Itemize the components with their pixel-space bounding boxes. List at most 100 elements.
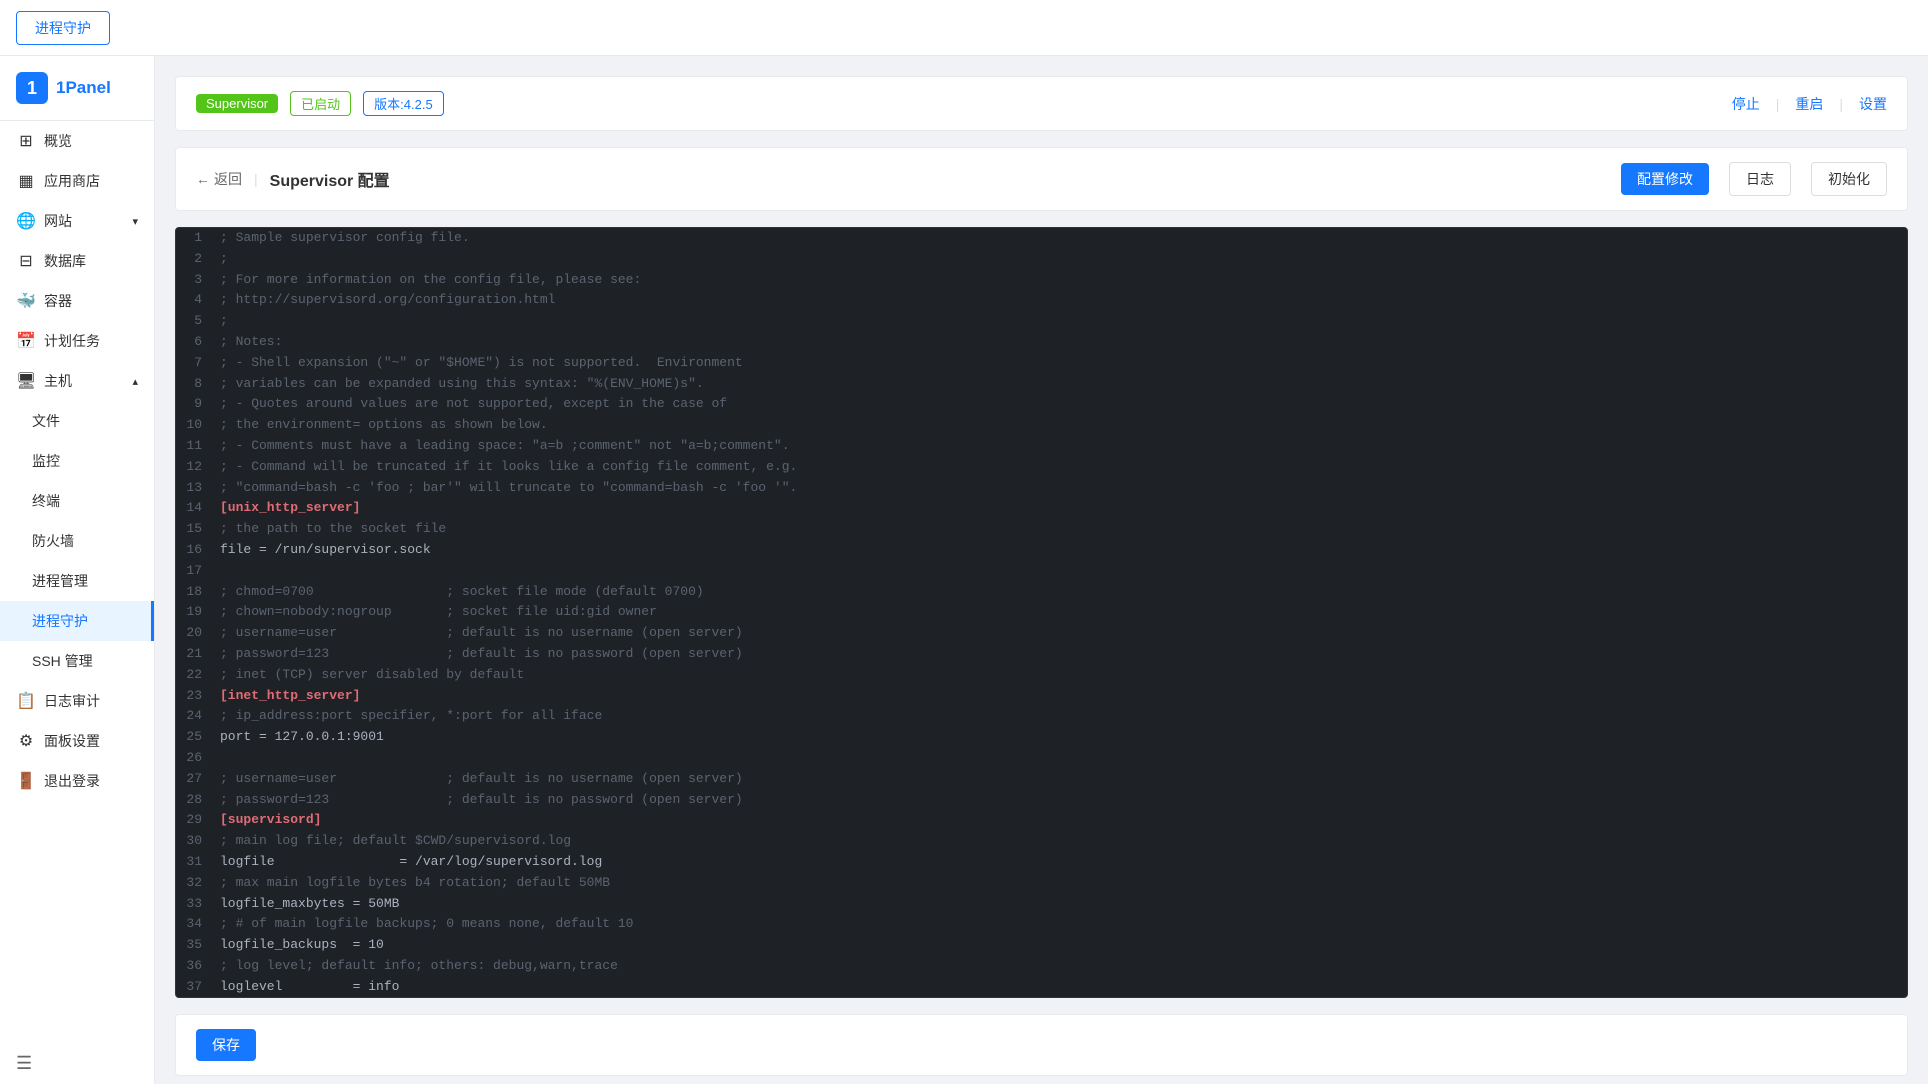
sidebar-item-label: 网站	[44, 211, 72, 231]
sidebar-item-ssh-mgr[interactable]: SSH 管理	[0, 641, 154, 681]
sidebar-item-label: SSH 管理	[32, 651, 93, 671]
code-line: 32; max main logfile bytes b4 rotation; …	[176, 873, 1907, 894]
website-icon: 🌐	[16, 211, 36, 231]
line-number: 8	[176, 374, 212, 395]
sidebar-item-host[interactable]: 🖥 主机 ▴	[0, 361, 154, 401]
config-modify-btn[interactable]: 配置修改	[1621, 163, 1709, 195]
sidebar-item-container[interactable]: 🐳 容器	[0, 281, 154, 321]
line-content: ; - Quotes around values are not support…	[212, 394, 1907, 415]
menu-toggle-btn[interactable]: ☰	[16, 1053, 32, 1073]
line-number: 17	[176, 561, 212, 582]
line-content: ; password=123 ; default is no password …	[212, 644, 1907, 665]
line-number: 6	[176, 332, 212, 353]
line-content: ; For more information on the config fil…	[212, 270, 1907, 291]
sidebar-item-website[interactable]: 🌐 网站 ▾	[0, 201, 154, 241]
sidebar-item-database[interactable]: ⊟ 数据库	[0, 241, 154, 281]
sidebar-item-process-mgr[interactable]: 进程管理	[0, 561, 154, 601]
line-content: ; "command=bash -c 'foo ; bar'" will tru…	[212, 478, 1907, 499]
line-number: 37	[176, 977, 212, 998]
sidebar-item-panel-settings[interactable]: ⚙ 面板设置	[0, 721, 154, 761]
save-button[interactable]: 保存	[196, 1029, 256, 1061]
line-content: [supervisord]	[212, 810, 1907, 831]
sidebar-item-label: 防火墙	[32, 531, 74, 551]
line-content: logfile = /var/log/supervisord.log	[212, 852, 1907, 873]
code-line: 33logfile_maxbytes = 50MB	[176, 894, 1907, 915]
sidebar-item-appstore[interactable]: ▦ 应用商店	[0, 161, 154, 201]
sidebar-item-log-audit[interactable]: 📋 日志审计	[0, 681, 154, 721]
app-name-badge: Supervisor	[196, 94, 278, 113]
line-number: 16	[176, 540, 212, 561]
line-content: file = /run/supervisor.sock	[212, 540, 1907, 561]
line-number: 9	[176, 394, 212, 415]
crontask-icon: 📅	[16, 331, 36, 351]
code-line: 12; - Command will be truncated if it lo…	[176, 457, 1907, 478]
line-number: 5	[176, 311, 212, 332]
line-content: loglevel = info	[212, 977, 1907, 998]
code-editor[interactable]: 1; Sample supervisor config file.2;3; Fo…	[175, 227, 1908, 998]
code-line: 29[supervisord]	[176, 810, 1907, 831]
code-line: 6; Notes:	[176, 332, 1907, 353]
line-number: 1	[176, 228, 212, 249]
sidebar-bottom: ☰	[0, 1043, 154, 1084]
line-content: [unix_http_server]	[212, 498, 1907, 519]
status-badge: 已启动	[290, 91, 351, 116]
line-number: 15	[176, 519, 212, 540]
back-button[interactable]: ← 返回	[196, 169, 242, 189]
line-number: 11	[176, 436, 212, 457]
sidebar-item-monitor[interactable]: 监控	[0, 441, 154, 481]
line-number: 4	[176, 290, 212, 311]
sidebar-item-label: 进程守护	[32, 611, 88, 631]
line-number: 35	[176, 935, 212, 956]
sidebar-item-label: 概览	[44, 131, 72, 151]
code-line: 1; Sample supervisor config file.	[176, 228, 1907, 249]
line-content: ; Notes:	[212, 332, 1907, 353]
line-number: 36	[176, 956, 212, 977]
sidebar-item-firewall[interactable]: 防火墙	[0, 521, 154, 561]
restart-link[interactable]: 重启	[1795, 94, 1823, 114]
code-line: 26	[176, 748, 1907, 769]
page-header: ← 返回 | Supervisor 配置 配置修改 日志 初始化	[175, 147, 1908, 211]
header-divider: |	[254, 171, 258, 187]
log-audit-icon: 📋	[16, 691, 36, 711]
line-content: [inet_http_server]	[212, 686, 1907, 707]
log-btn[interactable]: 日志	[1729, 162, 1791, 196]
line-content: ; password=123 ; default is no password …	[212, 790, 1907, 811]
stop-link[interactable]: 停止	[1732, 94, 1760, 114]
line-content: ; # of main logfile backups; 0 means non…	[212, 914, 1907, 935]
sidebar-item-label: 应用商店	[44, 171, 100, 191]
sidebar-item-overview[interactable]: ⊞ 概览	[0, 121, 154, 161]
code-line: 24; ip_address:port specifier, *:port fo…	[176, 706, 1907, 727]
code-line: 35logfile_backups = 10	[176, 935, 1907, 956]
line-number: 13	[176, 478, 212, 499]
line-number: 28	[176, 790, 212, 811]
line-content: logfile_backups = 10	[212, 935, 1907, 956]
line-number: 2	[176, 249, 212, 270]
arrow-left-icon: ←	[196, 171, 210, 187]
sidebar-item-process-guard[interactable]: 进程守护	[0, 601, 154, 641]
code-line: 5;	[176, 311, 1907, 332]
logo: 1 1Panel	[0, 56, 154, 121]
settings-link[interactable]: 设置	[1859, 94, 1887, 114]
sidebar-item-logout[interactable]: 🚪 退出登录	[0, 761, 154, 801]
line-content: ; the environment= options as shown belo…	[212, 415, 1907, 436]
host-icon: 🖥	[16, 371, 36, 391]
line-content: ; inet (TCP) server disabled by default	[212, 665, 1907, 686]
code-line: 2;	[176, 249, 1907, 270]
line-number: 14	[176, 498, 212, 519]
line-number: 12	[176, 457, 212, 478]
code-line: 22; inet (TCP) server disabled by defaul…	[176, 665, 1907, 686]
sidebar-item-terminal[interactable]: 终端	[0, 481, 154, 521]
sidebar-item-crontask[interactable]: 📅 计划任务	[0, 321, 154, 361]
line-content	[212, 748, 1907, 769]
code-line: 25port = 127.0.0.1:9001	[176, 727, 1907, 748]
line-content: ; max main logfile bytes b4 rotation; de…	[212, 873, 1907, 894]
line-number: 18	[176, 582, 212, 603]
main-content: Supervisor 已启动 版本:4.2.5 停止 | 重启 | 设置 ← 返…	[155, 56, 1928, 1084]
sidebar-item-files[interactable]: 文件	[0, 401, 154, 441]
divider2: |	[1839, 96, 1843, 112]
init-btn[interactable]: 初始化	[1811, 162, 1887, 196]
overview-icon: ⊞	[16, 131, 36, 151]
process-guard-btn[interactable]: 进程守护	[16, 11, 110, 45]
sidebar: 1 1Panel ⊞ 概览 ▦ 应用商店 🌐 网站 ▾ ⊟ 数据库 🐳 容器 📅…	[0, 56, 155, 1084]
sidebar-item-label: 数据库	[44, 251, 86, 271]
